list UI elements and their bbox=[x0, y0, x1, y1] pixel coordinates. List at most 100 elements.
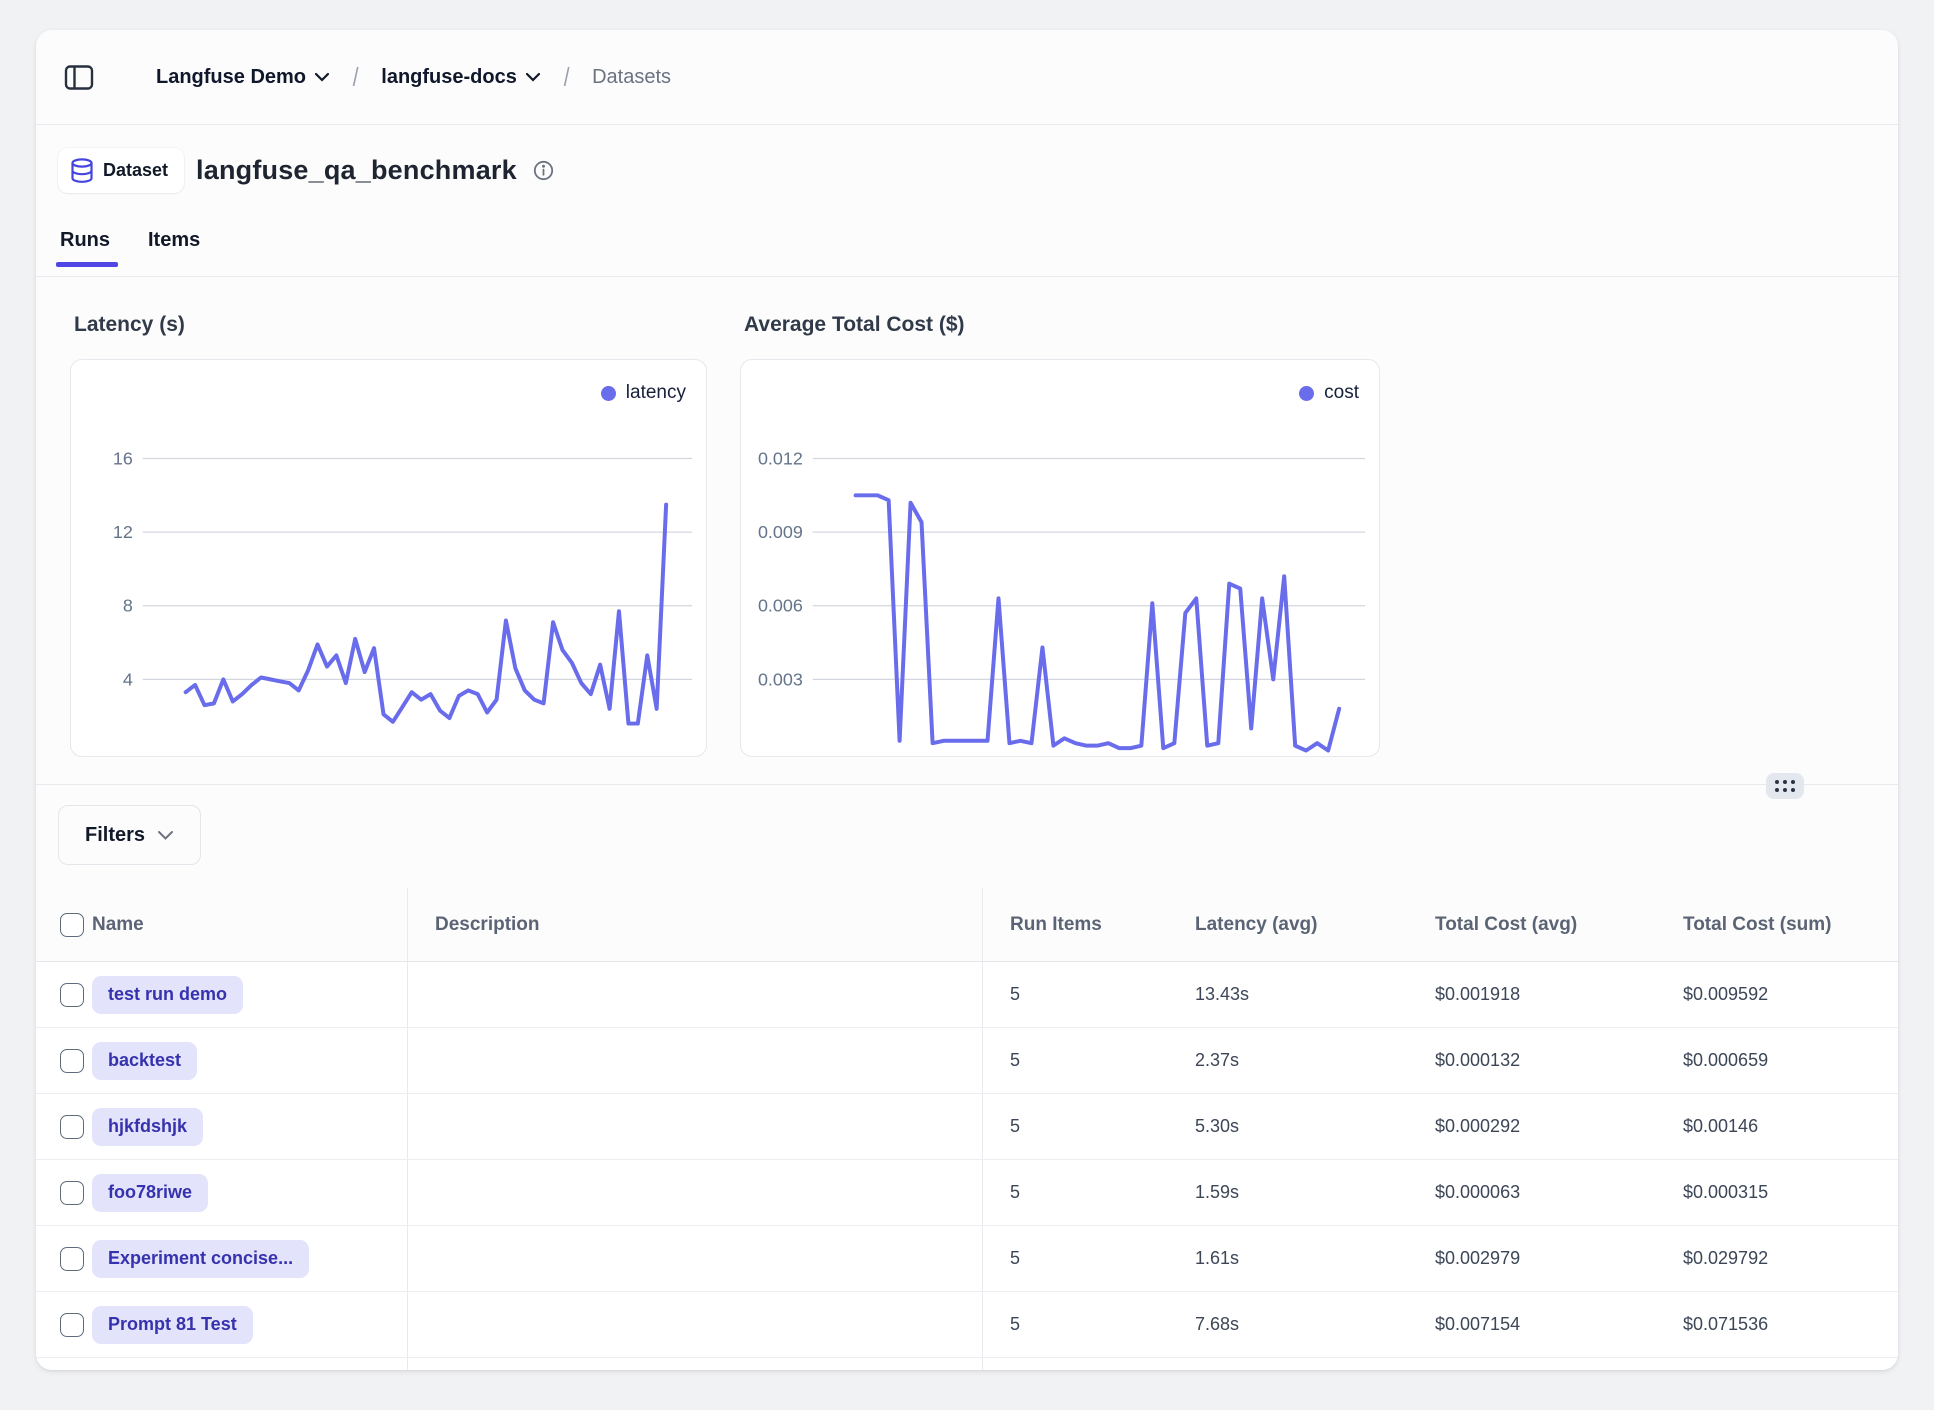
table-row: test run demo 5 13.43s $0.001918 $0.0095… bbox=[36, 962, 1898, 1028]
dataset-type-badge: Dataset bbox=[58, 148, 184, 193]
table-row: hjkfdshjk 5 5.30s $0.000292 $0.00146 bbox=[36, 1094, 1898, 1160]
latency-chart[interactable]: 481216 latency bbox=[70, 359, 707, 757]
latency-avg-cell: 1.59s bbox=[1168, 1182, 1408, 1203]
row-checkbox[interactable] bbox=[60, 983, 84, 1007]
title-section: Dataset langfuse_qa_benchmark Runs Items bbox=[36, 125, 1898, 277]
total-cost-sum-cell: $0.000315 bbox=[1656, 1182, 1898, 1203]
total-cost-avg-cell: $0.001918 bbox=[1408, 984, 1656, 1005]
select-all-checkbox[interactable] bbox=[60, 913, 84, 937]
latency-avg-cell: 1.61s bbox=[1168, 1248, 1408, 1269]
filters-section: Filters bbox=[36, 785, 1898, 888]
description-cell bbox=[408, 1028, 983, 1093]
top-bar: Langfuse Demo / langfuse-docs / Datasets bbox=[36, 30, 1898, 125]
total-cost-sum-cell: $0.000659 bbox=[1656, 1050, 1898, 1071]
breadcrumb-separator: / bbox=[346, 62, 365, 93]
row-checkbox[interactable] bbox=[60, 1313, 84, 1337]
run-items-cell: 5 bbox=[983, 1116, 1168, 1137]
table-row: backtest 5 2.37s $0.000132 $0.000659 bbox=[36, 1028, 1898, 1094]
chevron-down-icon bbox=[314, 72, 330, 82]
filters-button[interactable]: Filters bbox=[58, 805, 201, 865]
legend-dot-icon bbox=[601, 386, 616, 401]
column-header-latency-avg[interactable]: Latency (avg) bbox=[1168, 914, 1408, 936]
database-icon bbox=[70, 158, 94, 184]
charts-section: Latency (s) 481216 latency Average Total… bbox=[36, 277, 1898, 785]
run-items-cell: 5 bbox=[983, 984, 1168, 1005]
latency-chart-block: Latency (s) 481216 latency bbox=[70, 313, 707, 757]
latency-avg-cell: 13.43s bbox=[1168, 984, 1408, 1005]
column-header-total-cost-avg[interactable]: Total Cost (avg) bbox=[1408, 914, 1656, 936]
run-name-badge[interactable]: foo78riwe bbox=[92, 1174, 208, 1212]
breadcrumb-org[interactable]: Langfuse Demo bbox=[156, 66, 330, 89]
table-header-row: Name Description Run Items Latency (avg)… bbox=[36, 888, 1898, 962]
legend-dot-icon bbox=[1299, 386, 1314, 401]
run-items-cell: 5 bbox=[983, 1314, 1168, 1335]
latency-avg-cell: 7.68s bbox=[1168, 1314, 1408, 1335]
svg-text:8: 8 bbox=[123, 596, 133, 616]
table-row: Prompt 81 Test 5 7.68s $0.007154 $0.0715… bbox=[36, 1292, 1898, 1358]
latency-avg-cell: 5.30s bbox=[1168, 1116, 1408, 1137]
breadcrumb: Langfuse Demo / langfuse-docs / Datasets bbox=[156, 62, 671, 93]
row-checkbox[interactable] bbox=[60, 1115, 84, 1139]
svg-text:0.012: 0.012 bbox=[758, 448, 803, 468]
total-cost-sum-cell: $0.00146 bbox=[1656, 1116, 1898, 1137]
latency-line-chart-svg: 481216 bbox=[71, 360, 706, 756]
column-header-description[interactable]: Description bbox=[408, 888, 983, 961]
run-name-badge[interactable]: hjkfdshjk bbox=[92, 1108, 203, 1146]
total-cost-avg-cell: $0.000063 bbox=[1408, 1182, 1656, 1203]
total-cost-sum-cell: $0.009592 bbox=[1656, 984, 1898, 1005]
description-cell bbox=[408, 1094, 983, 1159]
tab-items[interactable]: Items bbox=[148, 229, 200, 266]
legend-label: latency bbox=[626, 382, 686, 404]
page-title: langfuse_qa_benchmark bbox=[196, 155, 517, 186]
total-cost-sum-cell: $0.029792 bbox=[1656, 1248, 1898, 1269]
run-items-cell: 5 bbox=[983, 1050, 1168, 1071]
chevron-down-icon bbox=[157, 830, 174, 841]
run-name-badge[interactable]: test run demo bbox=[92, 976, 243, 1014]
run-name-badge[interactable]: Prompt 81 Test bbox=[92, 1306, 253, 1344]
svg-text:16: 16 bbox=[113, 448, 133, 468]
svg-text:4: 4 bbox=[123, 669, 133, 689]
table-row: foo78riwe 5 1.59s $0.000063 $0.000315 bbox=[36, 1160, 1898, 1226]
tab-bar: Runs Items bbox=[58, 229, 1876, 266]
row-checkbox[interactable] bbox=[60, 1181, 84, 1205]
cost-chart[interactable]: 0.0030.0060.0090.012 cost bbox=[740, 359, 1380, 757]
svg-text:0.003: 0.003 bbox=[758, 669, 803, 689]
latency-avg-cell: 2.37s bbox=[1168, 1050, 1408, 1071]
breadcrumb-separator: / bbox=[557, 62, 576, 93]
svg-text:0.006: 0.006 bbox=[758, 596, 803, 616]
description-cell bbox=[408, 1226, 983, 1291]
table-row bbox=[36, 1358, 1898, 1370]
tab-runs[interactable]: Runs bbox=[60, 229, 110, 266]
total-cost-avg-cell: $0.002979 bbox=[1408, 1248, 1656, 1269]
table-row: Experiment concise... 5 1.61s $0.002979 … bbox=[36, 1226, 1898, 1292]
description-cell bbox=[408, 1160, 983, 1225]
description-cell bbox=[408, 962, 983, 1027]
column-header-total-cost-sum[interactable]: Total Cost (sum) bbox=[1656, 914, 1898, 936]
run-name-badge[interactable]: backtest bbox=[92, 1042, 197, 1080]
run-items-cell: 5 bbox=[983, 1248, 1168, 1269]
total-cost-avg-cell: $0.000292 bbox=[1408, 1116, 1656, 1137]
legend-label: cost bbox=[1324, 382, 1359, 404]
section-resize-handle[interactable] bbox=[1766, 773, 1804, 799]
info-icon[interactable] bbox=[533, 160, 554, 181]
cost-line-chart-svg: 0.0030.0060.0090.012 bbox=[741, 360, 1379, 756]
cost-chart-block: Average Total Cost ($) 0.0030.0060.0090.… bbox=[740, 313, 1380, 757]
breadcrumb-section[interactable]: Datasets bbox=[592, 66, 671, 89]
project-name: langfuse-docs bbox=[381, 66, 517, 89]
main-window: Langfuse Demo / langfuse-docs / Datasets… bbox=[36, 30, 1898, 1370]
chevron-down-icon bbox=[525, 72, 541, 82]
column-header-name[interactable]: Name bbox=[92, 888, 408, 961]
cost-legend: cost bbox=[1299, 382, 1359, 404]
filters-button-label: Filters bbox=[85, 824, 145, 847]
breadcrumb-project[interactable]: langfuse-docs bbox=[381, 66, 541, 89]
cost-chart-title: Average Total Cost ($) bbox=[744, 313, 1380, 337]
dataset-badge-label: Dataset bbox=[103, 160, 168, 181]
row-checkbox[interactable] bbox=[60, 1247, 84, 1271]
run-name-badge[interactable]: Experiment concise... bbox=[92, 1240, 309, 1278]
row-checkbox[interactable] bbox=[60, 1049, 84, 1073]
runs-table: Name Description Run Items Latency (avg)… bbox=[36, 888, 1898, 1370]
sidebar-toggle-icon[interactable] bbox=[64, 63, 94, 91]
description-cell bbox=[408, 1358, 983, 1370]
column-header-run-items[interactable]: Run Items bbox=[983, 914, 1168, 936]
total-cost-avg-cell: $0.000132 bbox=[1408, 1050, 1656, 1071]
